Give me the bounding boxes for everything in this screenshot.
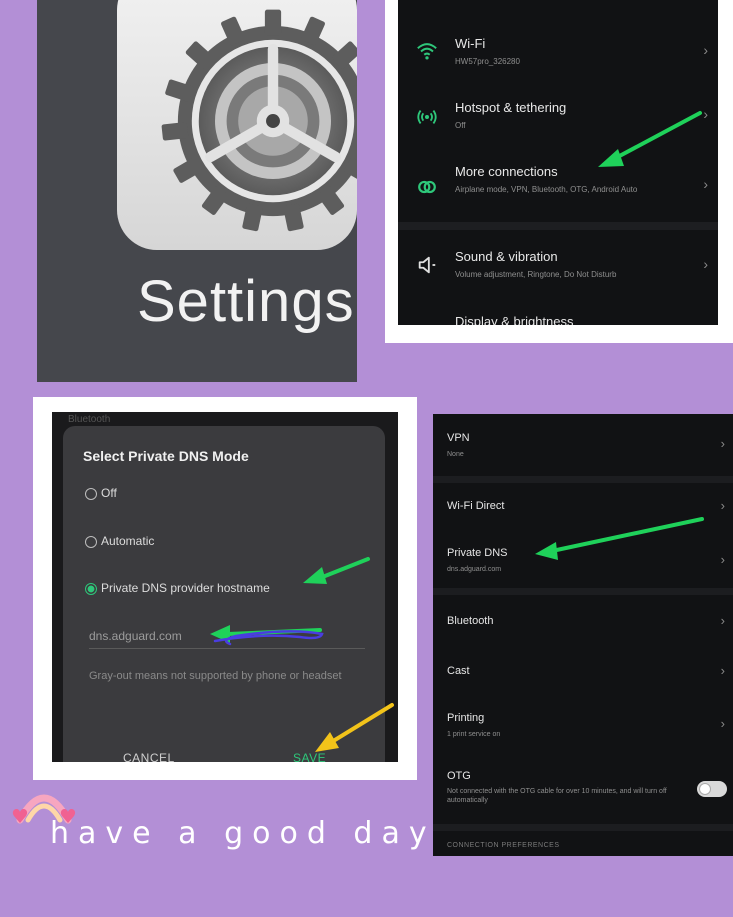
dns-option-automatic[interactable]: Automatic [85, 534, 154, 548]
settings-item-more-connections-title: More connections [455, 164, 558, 179]
connections-list-screenshot: VPN None › Wi-Fi Direct › Private DNS dn… [433, 414, 733, 856]
caption-text: have a good day [50, 816, 436, 851]
hotspot-icon [417, 110, 437, 124]
private-dns-dialog-screenshot: Bluetooth Select Private DNS Mode Off Au… [33, 397, 417, 780]
settings-item-hotspot-subtitle: Off [455, 121, 466, 130]
cancel-button[interactable]: CANCEL [123, 751, 175, 762]
settings-item-hotspot[interactable]: Hotspot & tethering Off › [398, 92, 718, 142]
dns-option-automatic-label: Automatic [101, 534, 155, 548]
section-divider [433, 588, 733, 595]
dns-option-off-label: Off [101, 486, 117, 500]
settings-item-wifi-subtitle: HW57pro_326280 [455, 57, 520, 66]
settings-item-more-connections[interactable]: More connections Airplane mode, VPN, Blu… [398, 158, 718, 214]
otg-toggle[interactable] [697, 781, 727, 797]
chevron-right-icon: › [703, 42, 708, 58]
toggle-knob [700, 784, 710, 794]
dialog-title: Select Private DNS Mode [83, 448, 249, 464]
settings-item-sound-title: Sound & vibration [455, 249, 558, 264]
dns-hostname-input[interactable]: dns.adguard.com [89, 629, 182, 643]
vpn-title: VPN [447, 432, 470, 444]
dns-option-hostname[interactable]: Private DNS provider hostname [85, 581, 270, 595]
settings-item-display[interactable]: Display & brightness [398, 310, 718, 325]
save-button[interactable]: SAVE [293, 751, 326, 762]
settings-item-sound[interactable]: Sound & vibration Volume adjustment, Rin… [398, 242, 718, 292]
settings-item-sound-subtitle: Volume adjustment, Ringtone, Do Not Dist… [455, 270, 617, 279]
chevron-right-icon: › [720, 436, 725, 451]
link-icon [418, 180, 436, 194]
section-divider [433, 476, 733, 483]
settings-item-wifi-title: Wi-Fi [455, 36, 486, 51]
dns-option-off[interactable]: Off [85, 486, 117, 500]
speaker-icon [418, 256, 436, 274]
chevron-right-icon: › [720, 613, 725, 628]
bluetooth-title: Bluetooth [447, 615, 494, 627]
section-header: CONNECTION PREFERENCES [447, 842, 560, 849]
chevron-right-icon: › [703, 106, 708, 122]
printing-title: Printing [447, 712, 485, 724]
input-underline [89, 648, 365, 649]
vpn-subtitle: None [447, 451, 464, 458]
settings-item-wifi[interactable]: Wi-Fi HW57pro_326280 › [398, 28, 718, 78]
settings-app-panel: Settings [37, 0, 357, 382]
chevron-right-icon: › [703, 256, 708, 272]
section-divider [398, 222, 718, 230]
wifi-icon [417, 43, 437, 60]
private-dns-subtitle: dns.adguard.com [447, 566, 502, 573]
radio-button-icon[interactable] [85, 487, 97, 500]
chevron-right-icon: › [720, 498, 725, 513]
wifi-direct-title: Wi-Fi Direct [447, 500, 505, 512]
radio-button-selected-icon[interactable] [85, 582, 97, 595]
settings-app-label: Settings [137, 269, 355, 334]
chevron-right-icon: › [720, 716, 725, 731]
background-bluetooth-label: Bluetooth [68, 414, 111, 425]
dns-option-hostname-label: Private DNS provider hostname [101, 581, 270, 595]
chevron-right-icon: › [720, 552, 725, 567]
otg-title: OTG [447, 770, 471, 782]
chevron-right-icon: › [703, 176, 708, 192]
settings-list-screenshot: Wi-Fi HW57pro_326280 › Hotspot & tetheri… [385, 0, 733, 343]
section-divider [433, 824, 733, 831]
cast-title: Cast [447, 665, 470, 677]
gear-icon [161, 9, 357, 232]
settings-item-hotspot-title: Hotspot & tethering [455, 100, 567, 115]
dialog-note: Gray-out means not supported by phone or… [89, 670, 342, 682]
radio-button-icon[interactable] [85, 535, 97, 548]
private-dns-dialog: Select Private DNS Mode Off Automatic Pr… [63, 426, 385, 762]
private-dns-title: Private DNS [447, 547, 508, 559]
printing-subtitle: 1 print service on [447, 731, 501, 738]
otg-subtitle: Not connected with the OTG cable for ove… [447, 788, 667, 804]
chevron-right-icon: › [720, 663, 725, 678]
settings-item-display-title: Display & brightness [455, 314, 574, 325]
settings-item-more-connections-subtitle: Airplane mode, VPN, Bluetooth, OTG, Andr… [455, 185, 638, 194]
